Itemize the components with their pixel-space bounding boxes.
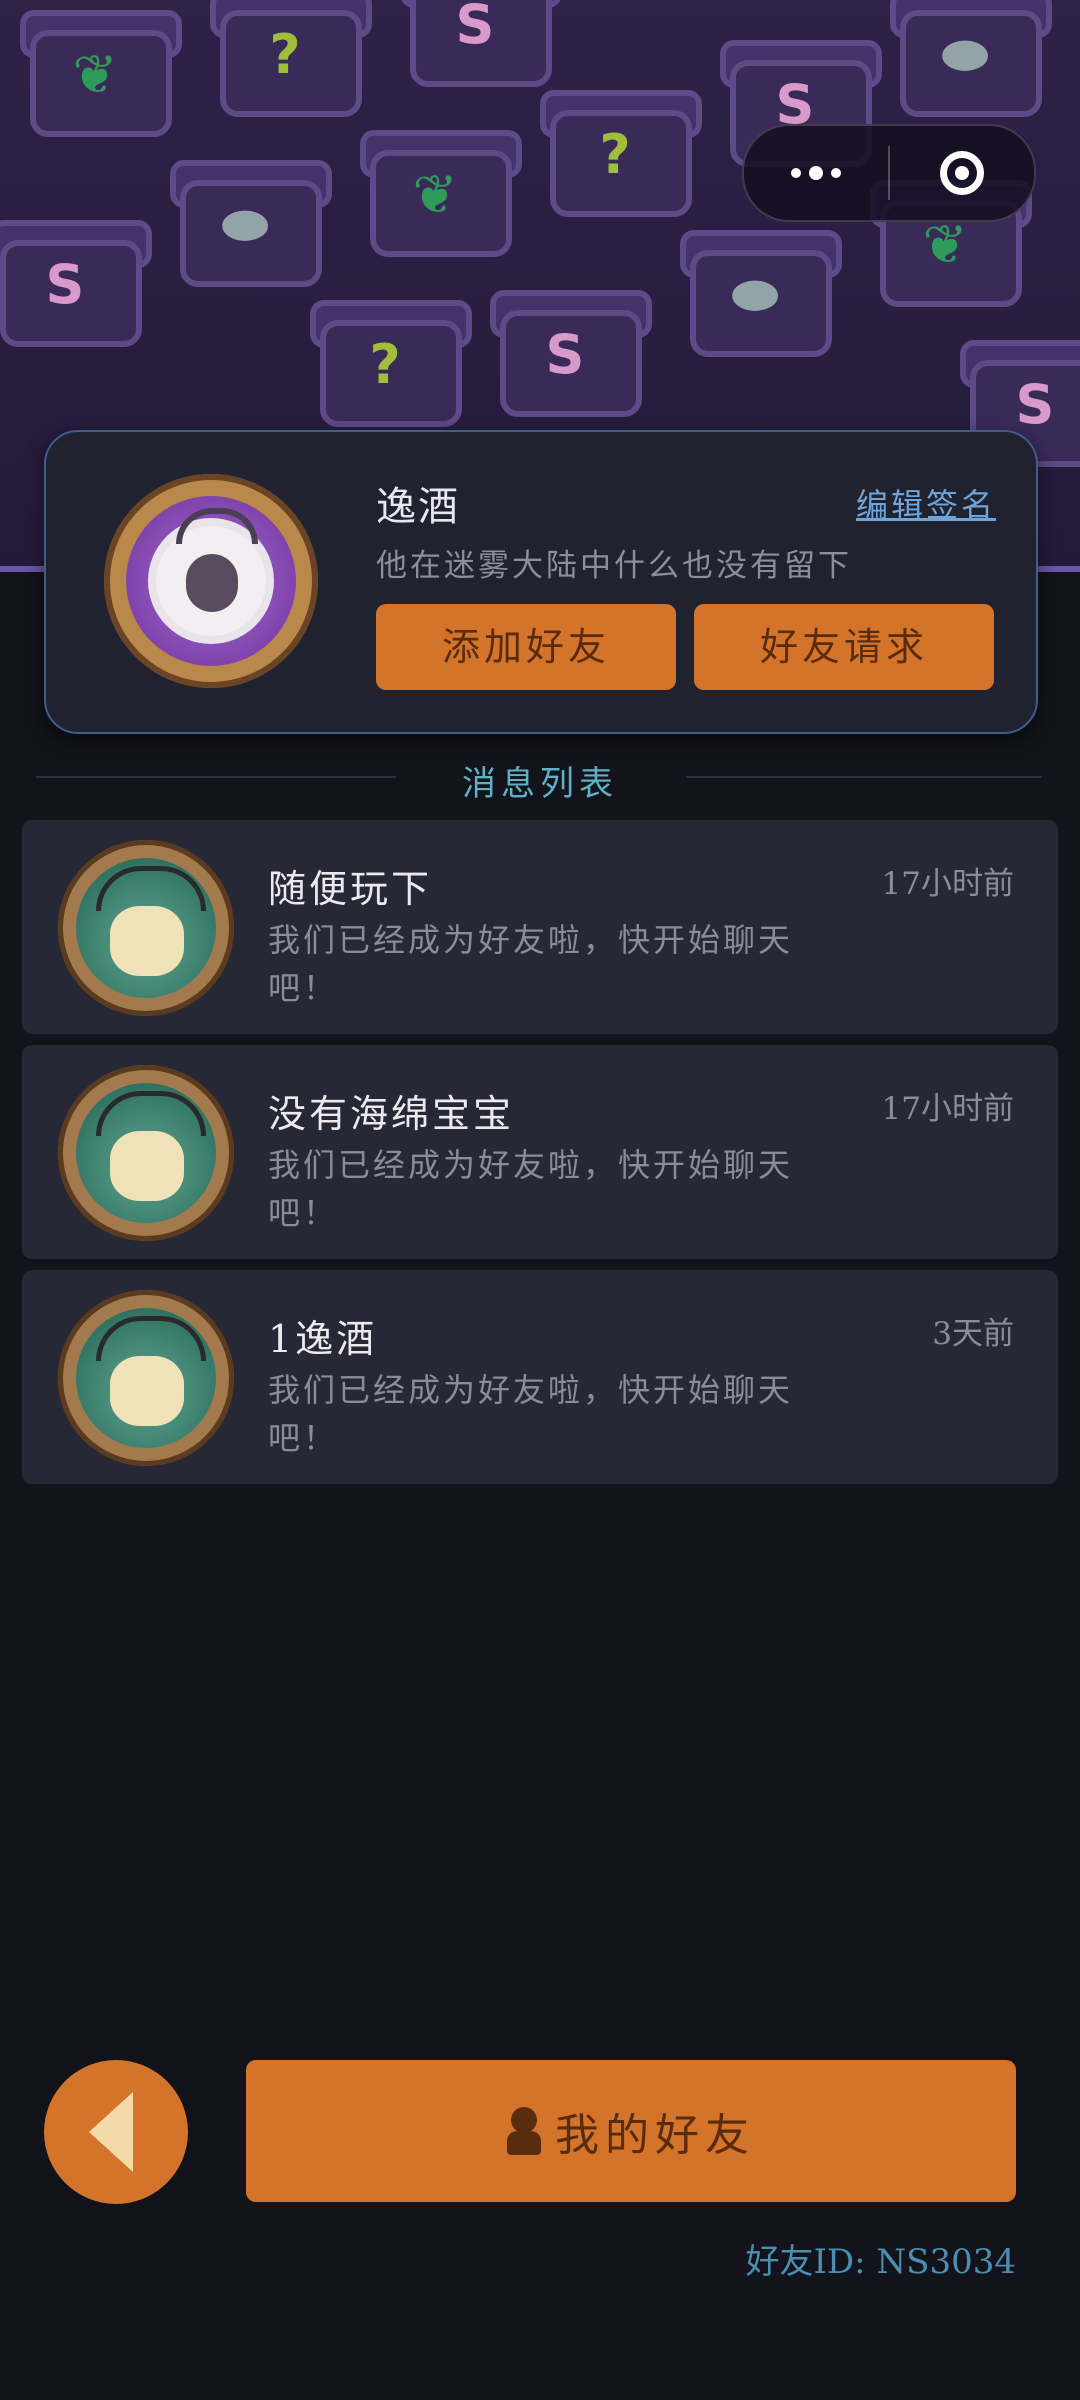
section-title: 消息列表 <box>462 764 618 804</box>
profile-name: 逸酒 <box>376 484 460 530</box>
back-button[interactable] <box>44 2060 188 2204</box>
back-arrow-icon <box>89 2092 133 2172</box>
message-sender: 随便玩下 <box>268 867 433 911</box>
target-icon <box>939 151 984 195</box>
edit-signature-link[interactable]: 编辑签名 <box>856 480 996 526</box>
profile-avatar[interactable] <box>104 474 318 688</box>
message-preview: 我们已经成为好友啦，快开始聊天吧！ <box>268 921 794 1007</box>
more-button[interactable] <box>744 126 888 220</box>
chest-icon: ? <box>210 0 372 117</box>
message-time: 3天前 <box>932 1316 1014 1352</box>
profile-bio: 他在迷雾大陆中什么也没有留下 <box>376 548 852 584</box>
add-friend-button[interactable]: 添加好友 <box>376 604 676 690</box>
chest-icon: S <box>0 220 152 347</box>
message-item[interactable]: 1逸酒 我们已经成为好友啦，快开始聊天吧！ 3天前 <box>22 1270 1058 1484</box>
person-icon <box>507 2107 541 2155</box>
friend-id-text: 好友ID: NS3034 <box>745 2242 1016 2282</box>
chest-icon: ⬬ <box>680 230 842 357</box>
chest-icon: ? <box>540 90 702 217</box>
profile-card: 逸酒 编辑签名 他在迷雾大陆中什么也没有留下 添加好友 好友请求 <box>44 430 1038 734</box>
chest-icon: ❦ <box>20 10 182 137</box>
chest-icon: ❦ <box>360 130 522 257</box>
chest-icon: ⬬ <box>890 0 1052 117</box>
message-sender: 1逸酒 <box>268 1317 378 1361</box>
capsule-menu <box>742 124 1036 222</box>
close-button[interactable] <box>890 126 1034 220</box>
message-list-header: 消息列表 <box>0 752 1080 804</box>
message-item[interactable]: 随便玩下 我们已经成为好友啦，快开始聊天吧！ 17小时前 <box>22 820 1058 1034</box>
friend-avatar <box>58 840 234 1016</box>
message-time: 17小时前 <box>881 1091 1014 1127</box>
chest-icon: ⬬ <box>170 160 332 287</box>
chest-icon: ? <box>310 300 472 427</box>
message-item[interactable]: 没有海绵宝宝 我们已经成为好友啦，快开始聊天吧！ 17小时前 <box>22 1045 1058 1259</box>
message-preview: 我们已经成为好友啦，快开始聊天吧！ <box>268 1146 794 1232</box>
chest-icon: S <box>400 0 562 87</box>
more-dots-icon <box>791 166 841 180</box>
friend-avatar <box>58 1065 234 1241</box>
message-sender: 没有海绵宝宝 <box>268 1092 515 1136</box>
divider-line <box>686 776 1042 778</box>
my-friends-button[interactable]: 我的好友 <box>246 2060 1016 2202</box>
my-friends-label: 我的好友 <box>555 2110 755 2161</box>
friend-request-button[interactable]: 好友请求 <box>694 604 994 690</box>
message-preview: 我们已经成为好友啦，快开始聊天吧！ <box>268 1371 794 1457</box>
chest-icon: S <box>490 290 652 417</box>
sheep-avatar-icon <box>156 508 266 636</box>
friend-avatar <box>58 1290 234 1466</box>
message-time: 17小时前 <box>881 866 1014 902</box>
